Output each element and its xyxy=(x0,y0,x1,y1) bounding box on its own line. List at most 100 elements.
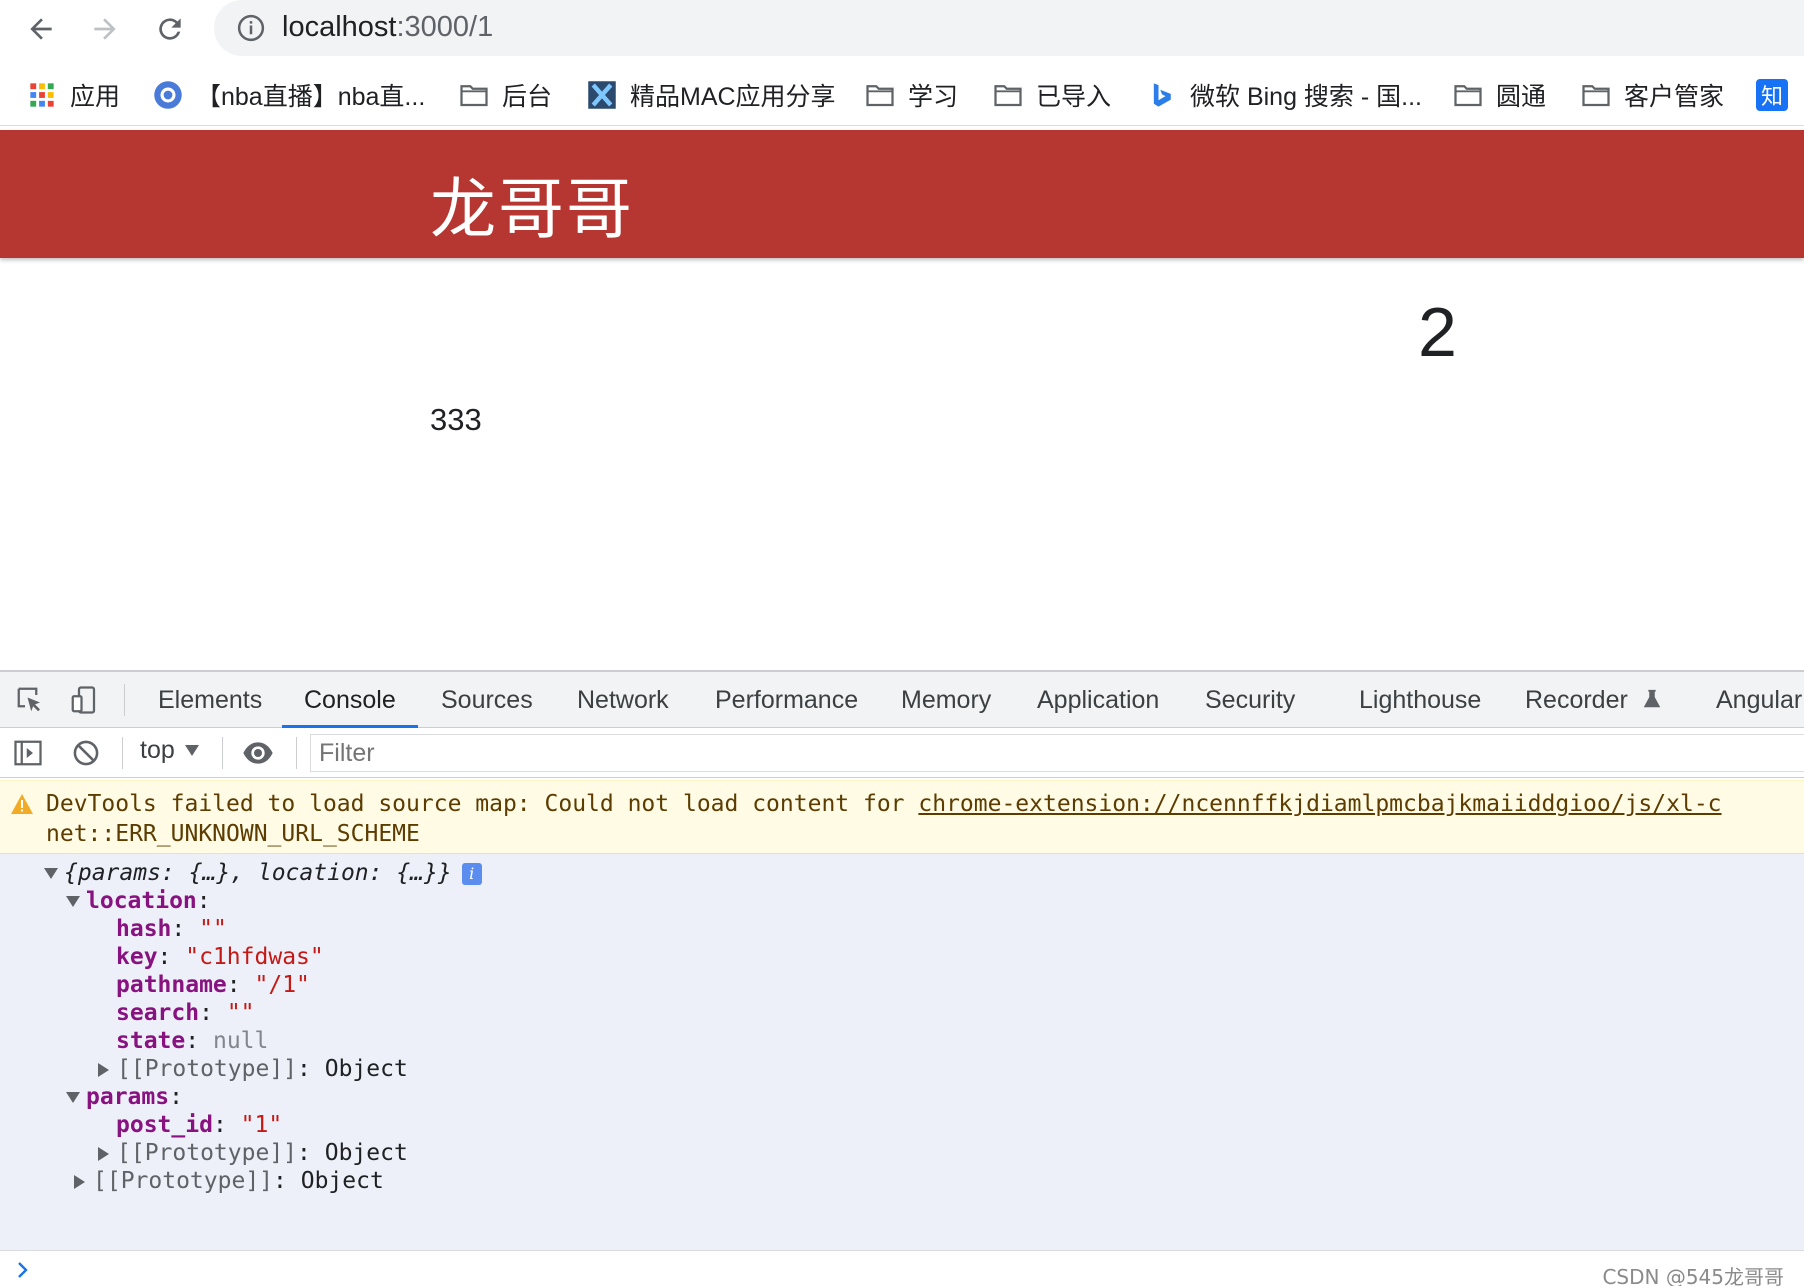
device-toolbar-button[interactable] xyxy=(66,682,102,718)
bookmark-folder-imported[interactable]: 已导入 xyxy=(992,76,1111,114)
tree-location-prototype[interactable]: [[Prototype]]: Object xyxy=(98,1054,408,1084)
back-button[interactable] xyxy=(20,8,62,50)
prop-key: [[Prototype]] xyxy=(117,1140,298,1166)
bookmark-zhihu[interactable]: 知 xyxy=(1756,76,1788,114)
console-toolbar: top xyxy=(0,728,1804,778)
clear-block-icon xyxy=(73,740,99,766)
tab-network[interactable]: Network xyxy=(577,672,669,728)
tab-sources[interactable]: Sources xyxy=(441,672,533,728)
nba-site-icon xyxy=(152,79,184,111)
zhihu-icon: 知 xyxy=(1756,79,1788,111)
tab-recorder-label: Recorder xyxy=(1525,686,1628,714)
prop-value: null xyxy=(212,1028,269,1054)
page-title: 龙哥哥 xyxy=(430,171,634,248)
device-mode-icon xyxy=(71,686,96,714)
tab-application[interactable]: Application xyxy=(1037,672,1159,728)
toggle-sidebar-button[interactable] xyxy=(10,735,46,771)
tab-lighthouse[interactable]: Lighthouse xyxy=(1359,672,1481,728)
prop-state: state: null xyxy=(116,1026,268,1056)
colon: : xyxy=(212,1112,227,1138)
app-header: 龙哥哥 xyxy=(0,130,1804,258)
tab-angular[interactable]: Angular xyxy=(1716,672,1802,728)
reload-icon xyxy=(159,18,181,40)
prop-value: "" xyxy=(199,916,227,942)
tab-security[interactable]: Security xyxy=(1205,672,1295,728)
folder-icon xyxy=(458,79,490,111)
colon: : xyxy=(185,1028,200,1054)
context-value: top xyxy=(140,736,175,764)
bookmark-label: 微软 Bing 搜索 - 国... xyxy=(1190,83,1422,111)
dropdown-arrow-icon xyxy=(184,745,199,756)
prop-key-row: key: "c1hfdwas" xyxy=(116,942,324,972)
info-icon[interactable]: i xyxy=(461,862,482,885)
bookmark-folder-kehu[interactable]: 客户管家 xyxy=(1580,76,1724,114)
tab-recorder[interactable]: Recorder xyxy=(1525,672,1663,728)
prompt-chevron-icon xyxy=(18,1262,28,1278)
bookmark-folder-yuantong[interactable]: 圆通 xyxy=(1452,76,1546,114)
tab-performance[interactable]: Performance xyxy=(715,672,858,728)
url-text[interactable]: localhost:3000/1 xyxy=(282,11,493,44)
devtools-panel: Elements Console Sources Network Perform… xyxy=(0,670,1804,1286)
toolbar-divider xyxy=(122,737,123,769)
collapsed-triangle-icon xyxy=(98,1146,109,1161)
bookmark-nba[interactable]: 【nba直播】nba直... xyxy=(152,76,425,114)
tab-console[interactable]: Console xyxy=(282,672,418,728)
prop-key: params xyxy=(86,1084,170,1110)
prop-value: Object xyxy=(324,1056,408,1082)
bookmark-label: 客户管家 xyxy=(1624,83,1725,111)
colon: : xyxy=(199,1000,213,1026)
tree-location[interactable]: location: xyxy=(66,886,211,916)
tree-root-prototype[interactable]: [[Prototype]]: Object xyxy=(74,1166,384,1196)
clear-console-button[interactable] xyxy=(68,735,104,771)
bookmark-apps[interactable]: 应用 xyxy=(26,76,120,114)
devtools-tabbar: Elements Console Sources Network Perform… xyxy=(0,672,1804,728)
reload-button[interactable] xyxy=(149,8,191,50)
prop-key: location xyxy=(86,888,197,914)
live-expression-button[interactable] xyxy=(240,735,276,771)
folder-icon xyxy=(864,79,896,111)
bookmark-label: 应用 xyxy=(70,83,121,111)
prop-key: pathname xyxy=(116,972,227,998)
bing-icon xyxy=(1146,79,1178,111)
warning-line-1: DevTools failed to load source map: Coul… xyxy=(46,791,1722,817)
bookmark-label: 后台 xyxy=(502,83,553,111)
url-path: :3000/1 xyxy=(396,11,494,43)
page-big-number: 2 xyxy=(1418,293,1457,371)
bookmark-label: 已导入 xyxy=(1036,83,1112,111)
tab-elements[interactable]: Elements xyxy=(158,672,262,728)
prop-key: hash xyxy=(116,916,172,942)
expanded-triangle-icon xyxy=(44,868,58,879)
tab-memory[interactable]: Memory xyxy=(901,672,991,728)
inspect-element-button[interactable] xyxy=(12,682,48,718)
prop-key: search xyxy=(116,1000,200,1026)
forward-button[interactable] xyxy=(84,8,126,50)
bookmark-folder-houtai[interactable]: 后台 xyxy=(458,76,552,114)
folder-icon xyxy=(1452,79,1484,111)
colon: : xyxy=(226,972,241,998)
inspect-cursor-icon xyxy=(17,687,40,712)
tree-params-prototype[interactable]: [[Prototype]]: Object xyxy=(98,1138,408,1168)
back-arrow-icon xyxy=(30,18,52,40)
expanded-triangle-icon xyxy=(66,1092,80,1103)
context-selector[interactable]: top xyxy=(140,736,199,765)
page-small-text: 333 xyxy=(430,402,482,437)
source-map-link[interactable]: chrome-extension://ncennffkjdiamlpmcbajk… xyxy=(918,791,1721,817)
bookmark-folder-xuexi[interactable]: 学习 xyxy=(864,76,958,114)
prop-value: "c1hfdwas" xyxy=(185,944,324,970)
address-bar[interactable]: localhost:3000/1 xyxy=(214,0,1804,56)
bookmark-bing[interactable]: 微软 Bing 搜索 - 国... xyxy=(1146,76,1422,114)
toolbar-divider xyxy=(124,684,125,716)
console-prompt[interactable]: CSDN @545龙哥哥 xyxy=(0,1250,1804,1286)
tree-params[interactable]: params: xyxy=(66,1082,183,1112)
prop-value: "1" xyxy=(240,1112,283,1138)
console-filter-input[interactable] xyxy=(310,734,1804,772)
colon: : xyxy=(157,944,172,970)
prop-key: [[Prototype]] xyxy=(117,1056,298,1082)
prop-key: post_id xyxy=(116,1112,213,1138)
console-warning-message: DevTools failed to load source map: Coul… xyxy=(0,780,1804,854)
bookmark-mac-apps[interactable]: 精品MAC应用分享 xyxy=(586,76,836,114)
colon: : xyxy=(171,916,186,942)
log-object-summary[interactable]: {params: {…}, location: {…}} i xyxy=(44,858,482,888)
prop-key: [[Prototype]] xyxy=(93,1168,274,1194)
site-info-icon[interactable] xyxy=(236,13,266,43)
